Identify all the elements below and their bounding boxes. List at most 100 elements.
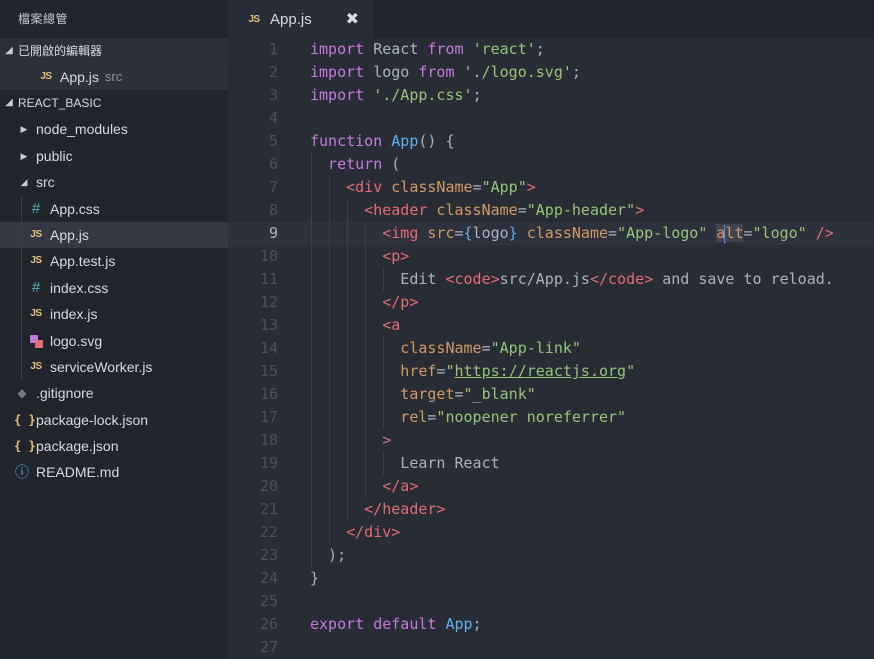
- code-token: './logo.svg': [463, 63, 572, 81]
- file-tree-item[interactable]: JS index.js: [0, 301, 228, 328]
- code-text: >: [382, 429, 391, 452]
- code-line[interactable]: 14 className="App-link": [228, 337, 874, 360]
- code-line[interactable]: 6 return (: [228, 153, 874, 176]
- indent-guide: [311, 222, 312, 245]
- line-number: 26: [259, 615, 278, 633]
- code-line[interactable]: 18 >: [228, 429, 874, 452]
- indent-guide: [311, 475, 312, 498]
- code-token: "App-link": [490, 339, 581, 357]
- file-tree-item[interactable]: ◆ .gitignore: [0, 380, 228, 406]
- indent-guide: [365, 314, 367, 337]
- indent-guide: [329, 429, 331, 452]
- file-tree-item[interactable]: ◢ src: [0, 169, 228, 195]
- code-token: </p>: [382, 293, 419, 311]
- line-number: 19: [259, 454, 278, 472]
- indent-guide: [365, 383, 367, 406]
- code-line[interactable]: 7 <div className="App">: [228, 176, 874, 199]
- indent-guide: [347, 475, 349, 498]
- file-tree-item-label: public: [36, 147, 73, 164]
- code-text: </a>: [382, 475, 418, 498]
- code-text: import React from 'react';: [310, 38, 545, 61]
- code-line[interactable]: 20 </a>: [228, 475, 874, 498]
- file-tree-item[interactable]: # index.css: [0, 274, 228, 302]
- code-line[interactable]: 26 export default App;: [228, 613, 874, 636]
- code-line[interactable]: 24}: [228, 567, 874, 590]
- code-line[interactable]: 4: [228, 107, 874, 130]
- line-number: 10: [259, 247, 278, 265]
- open-editors-section-header[interactable]: ◢ 已開啟的編輯器: [0, 38, 228, 64]
- indent-guide: [383, 452, 385, 475]
- indent-guide: [329, 521, 331, 544]
- indent-guide: [329, 337, 331, 360]
- code-line[interactable]: 21 </header>: [228, 498, 874, 521]
- file-tree-item-label: serviceWorker.js: [50, 358, 153, 375]
- file-tree-item[interactable]: { } package-lock.json: [0, 407, 228, 433]
- file-tree-item[interactable]: ▶ node_modules: [0, 116, 228, 142]
- vscode-window: 檔案總管 ◢ 已開啟的編輯器 JS App.js src ◢ REACT_BAS…: [0, 0, 874, 658]
- code-line[interactable]: 16 target="_blank": [228, 383, 874, 406]
- code-token: }: [508, 224, 518, 242]
- file-tree-item[interactable]: # App.css: [0, 195, 228, 222]
- indent-guide: [365, 429, 367, 452]
- code-token: 'react': [472, 40, 536, 58]
- code-token: =: [481, 339, 491, 357]
- file-tree-item[interactable]: ⓘ README.md: [0, 459, 228, 485]
- file-tree-item[interactable]: { } package.json: [0, 433, 228, 459]
- file-tree-item[interactable]: logo.svg: [0, 327, 228, 354]
- indent-guide: [365, 337, 367, 360]
- indent-guide: [365, 268, 367, 291]
- code-line[interactable]: 3 import './App.css';: [228, 84, 874, 107]
- code-token: <img: [382, 224, 419, 242]
- indent-guide: [383, 337, 385, 360]
- line-number: 18: [259, 431, 278, 449]
- code-line[interactable]: 12 </p>: [228, 291, 874, 314]
- code-text: <a: [382, 314, 400, 337]
- file-tree-item[interactable]: JS App.test.js: [0, 248, 228, 275]
- code-editor[interactable]: 1 import React from 'react'; 2 import logo …: [228, 38, 874, 658]
- code-line[interactable]: 23);: [228, 544, 874, 567]
- code-token: "logo": [752, 224, 807, 242]
- code-token: (: [382, 155, 401, 173]
- code-token: "App": [481, 178, 527, 196]
- code-line[interactable]: 11 Edit <code>src/App.js</code> and save …: [228, 268, 874, 291]
- code-text: export default App;: [310, 613, 482, 636]
- code-line[interactable]: 15 href="https://reactjs.org": [228, 360, 874, 383]
- code-line[interactable]: 27: [228, 636, 874, 659]
- line-number: 12: [259, 293, 278, 311]
- code-line[interactable]: 8 <header className="App-header">: [228, 199, 874, 222]
- indent-guide: [21, 274, 22, 302]
- code-line[interactable]: 13 <a: [228, 314, 874, 337]
- open-editor-item-app-js[interactable]: JS App.js src: [0, 64, 228, 91]
- js-icon: JS: [40, 71, 52, 82]
- code-line[interactable]: 19 Learn React: [228, 452, 874, 475]
- code-token: >: [526, 178, 536, 196]
- file-tree-item[interactable]: JS serviceWorker.js: [0, 353, 228, 381]
- code-text: rel="noopener noreferrer": [400, 406, 626, 429]
- open-editors-label: 已開啟的編輯器: [18, 44, 103, 58]
- file-tree-item-label: App.css: [50, 200, 100, 217]
- code-line[interactable]: 10 <p>: [228, 245, 874, 268]
- file-tree-item[interactable]: JS App.js: [0, 221, 228, 249]
- line-number: 20: [259, 477, 278, 495]
- json-icon: { }: [14, 439, 36, 454]
- project-section-header[interactable]: ◢ REACT_BASIC: [0, 90, 228, 116]
- indent-guide: [311, 521, 312, 544]
- svg-file-icon: [28, 333, 44, 349]
- code-line[interactable]: 1 import React from 'react';: [228, 38, 874, 61]
- line-number: 23: [259, 546, 278, 564]
- code-line[interactable]: 5 function App() {: [228, 130, 874, 153]
- code-token: <code>: [445, 270, 500, 288]
- line-number: 15: [259, 362, 278, 380]
- file-tree-item[interactable]: ▶ public: [0, 143, 228, 169]
- code-token: >: [382, 431, 392, 449]
- indent-guide: [383, 360, 385, 383]
- code-line[interactable]: 17 rel="noopener noreferrer": [228, 406, 874, 429]
- code-token: "App-logo": [617, 224, 708, 242]
- code-line[interactable]: 22 </div>: [228, 521, 874, 544]
- js-icon: JS: [248, 13, 260, 25]
- close-icon[interactable]: ✖: [346, 9, 359, 29]
- tab-app-js[interactable]: JS App.js ✖: [228, 0, 373, 38]
- code-line[interactable]: 2 import logo from './logo.svg';: [228, 61, 874, 84]
- code-line[interactable]: 25: [228, 590, 874, 613]
- code-line[interactable]: 9 <img src={logo} className="App-logo" al…: [228, 222, 874, 245]
